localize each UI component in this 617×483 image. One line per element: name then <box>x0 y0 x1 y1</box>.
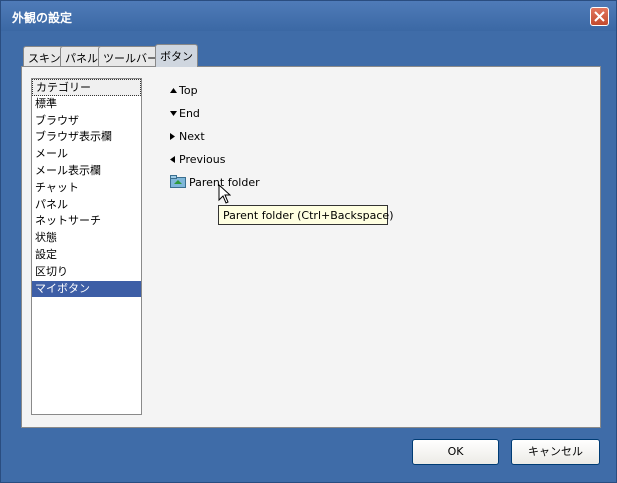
close-button[interactable] <box>590 7 609 26</box>
window-title: 外観の設定 <box>12 11 73 25</box>
button-parent-folder[interactable]: Parent folder <box>170 171 260 194</box>
list-item-status[interactable]: 状態 <box>32 230 141 247</box>
button-list: Top End Next Previous Parent folder <box>170 79 260 194</box>
button-next[interactable]: Next <box>170 125 260 148</box>
tooltip: Parent folder (Ctrl+Backspace) <box>218 205 393 225</box>
list-item-browser[interactable]: ブラウザ <box>32 113 141 130</box>
tab-toolbar[interactable]: ツールバー <box>98 46 163 66</box>
triangle-up-icon <box>170 88 179 93</box>
button-end[interactable]: End <box>170 102 260 125</box>
list-item-category[interactable]: カテゴリー <box>32 79 141 96</box>
tab-panel[interactable]: パネル <box>60 46 103 66</box>
button-previous[interactable]: Previous <box>170 148 260 171</box>
cancel-button[interactable]: キャンセル <box>511 439 600 465</box>
list-item-standard[interactable]: 標準 <box>32 96 141 113</box>
button-settings-page: カテゴリー 標準 ブラウザ ブラウザ表示欄 メール メール表示欄 チャット パネ… <box>21 66 601 428</box>
triangle-left-icon <box>170 156 179 163</box>
settings-dialog: 外観の設定 スキン パネル ツールバー ボタン カテゴリー 標準 ブラウザ ブラ… <box>0 0 617 483</box>
list-item-separator[interactable]: 区切り <box>32 264 141 281</box>
list-item-mail[interactable]: メール <box>32 146 141 163</box>
button-end-label: End <box>179 107 200 120</box>
ok-button[interactable]: OK <box>412 439 499 465</box>
triangle-right-icon <box>170 133 179 140</box>
button-next-label: Next <box>179 130 205 143</box>
list-item-chat[interactable]: チャット <box>32 180 141 197</box>
list-item-mail-view[interactable]: メール表示欄 <box>32 163 141 180</box>
button-top-label: Top <box>179 84 198 97</box>
parent-folder-icon <box>170 174 186 191</box>
mouse-cursor-icon <box>218 184 231 204</box>
button-top[interactable]: Top <box>170 79 260 102</box>
button-previous-label: Previous <box>179 153 226 166</box>
list-item-panel[interactable]: パネル <box>32 197 141 214</box>
close-icon <box>594 11 605 22</box>
tab-button[interactable]: ボタン <box>155 44 198 67</box>
list-item-browser-view[interactable]: ブラウザ表示欄 <box>32 129 141 146</box>
dialog-body: スキン パネル ツールバー ボタン カテゴリー 標準 ブラウザ ブラウザ表示欄 … <box>9 31 609 476</box>
list-item-net-search[interactable]: ネットサーチ <box>32 213 141 230</box>
triangle-down-icon <box>170 111 179 116</box>
category-list[interactable]: カテゴリー 標準 ブラウザ ブラウザ表示欄 メール メール表示欄 チャット パネ… <box>31 78 142 415</box>
list-item-my-buttons[interactable]: マイボタン <box>32 280 141 298</box>
list-item-settings[interactable]: 設定 <box>32 247 141 264</box>
title-bar: 外観の設定 <box>1 1 616 31</box>
